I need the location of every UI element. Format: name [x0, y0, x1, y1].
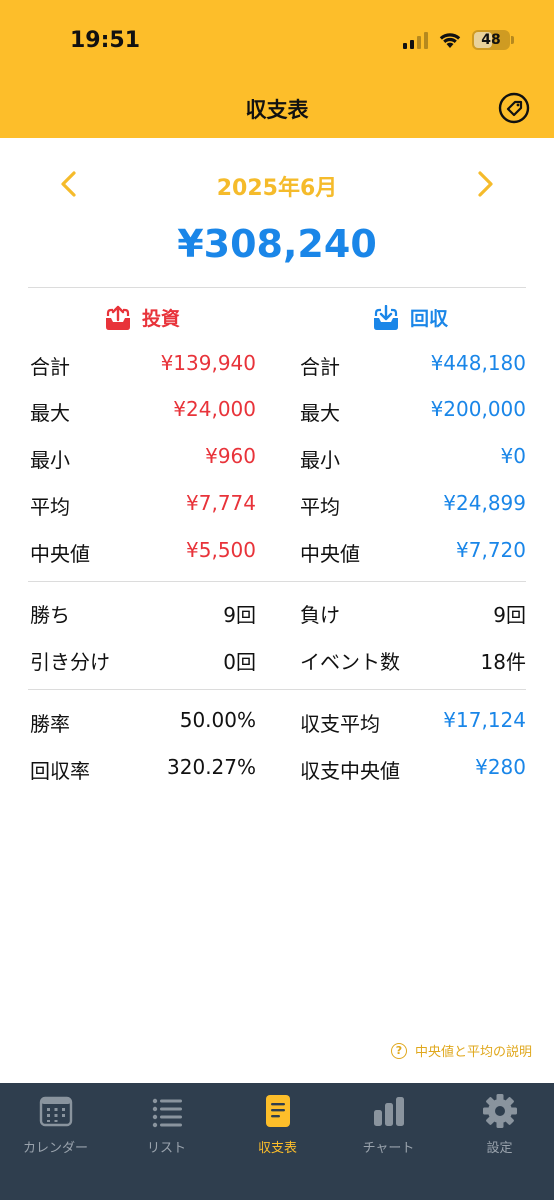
document-icon	[265, 1095, 290, 1127]
help-link[interactable]: ? 中央値と平均の説明	[390, 1041, 532, 1060]
calendar-icon	[39, 1096, 72, 1127]
upload-tray-icon	[106, 305, 130, 330]
invest-row-avg: 平均 ¥7,774	[30, 491, 256, 521]
row-label: 中央値	[30, 542, 90, 566]
row-value: ¥139,940	[160, 351, 256, 375]
tab-calendar[interactable]: カレンダー	[0, 1093, 111, 1163]
tab-balance-sheet[interactable]: 収支表	[222, 1093, 333, 1163]
invest-row-median: 中央値 ¥5,500	[30, 538, 256, 568]
collect-row-median: 中央値 ¥7,720	[300, 538, 526, 568]
balance-total: ¥308,240	[177, 222, 377, 266]
row-label: 最小	[300, 448, 340, 472]
row-label: 最大	[30, 401, 70, 425]
row-value: ¥7,720	[456, 538, 526, 562]
tab-label: 収支表	[257, 1141, 297, 1156]
invest-row-min: 最小 ¥960	[30, 444, 256, 474]
winrate-row: 勝率 50.00%	[30, 708, 256, 738]
row-label: 中央値	[300, 542, 360, 566]
wifi-icon	[439, 33, 461, 48]
row-value: ¥448,180	[430, 351, 526, 375]
divider	[28, 689, 526, 690]
row-value: ¥0	[500, 444, 526, 468]
draws-label: 引き分け	[30, 650, 110, 674]
invest-title: 投資	[142, 308, 181, 330]
invest-header: 投資	[104, 304, 180, 331]
collect-row-avg: 平均 ¥24,899	[300, 491, 526, 521]
events-row: イベント数 18件	[300, 646, 526, 676]
bar-chart-icon	[373, 1097, 404, 1126]
row-label: 最大	[300, 401, 340, 425]
draws-row: 引き分け 0回	[30, 646, 256, 676]
balance-avg-value: ¥17,124	[443, 708, 526, 732]
tab-label: リスト	[146, 1141, 186, 1156]
tab-label: カレンダー	[22, 1141, 88, 1156]
row-label: 平均	[30, 495, 70, 519]
wins-value: 9回	[223, 603, 256, 627]
row-value: ¥24,000	[173, 397, 256, 421]
draws-value: 0回	[223, 650, 256, 674]
balance-median-label: 収支中央値	[300, 759, 400, 783]
status-icons: 48	[403, 30, 514, 50]
tag-button[interactable]	[498, 92, 530, 124]
row-value: ¥200,000	[430, 397, 526, 421]
tab-bar: カレンダー リスト 収支表 チャート 設定	[0, 1083, 554, 1200]
download-tray-icon	[374, 304, 398, 330]
collect-title: 回収	[410, 308, 449, 330]
tab-list[interactable]: リスト	[111, 1093, 222, 1163]
gear-icon	[482, 1094, 517, 1128]
tab-chart[interactable]: チャート	[333, 1093, 444, 1163]
tab-label: 設定	[486, 1141, 513, 1156]
balance-median-value: ¥280	[475, 755, 526, 779]
row-label: 平均	[300, 495, 340, 519]
divider	[28, 287, 526, 288]
signal-icon	[403, 31, 428, 49]
header: 19:51 48 収支表	[0, 0, 554, 138]
row-value: ¥24,899	[443, 491, 526, 515]
row-value: ¥5,500	[186, 538, 256, 562]
events-value: 18件	[480, 650, 526, 674]
balance-avg-label: 収支平均	[300, 712, 380, 736]
return-rate-value: 320.27%	[167, 755, 256, 779]
status-time: 19:51	[70, 28, 141, 53]
balance-avg-row: 収支平均 ¥17,124	[300, 708, 526, 738]
events-label: イベント数	[300, 650, 400, 674]
month-selector: 2025年6月	[0, 166, 554, 202]
return-rate-label: 回収率	[30, 759, 90, 783]
losses-value: 9回	[493, 603, 526, 627]
losses-label: 負け	[300, 603, 340, 627]
battery-level: 48	[481, 32, 501, 48]
row-label: 合計	[30, 355, 70, 379]
collect-header: 回収	[372, 304, 448, 331]
tab-label: チャート	[362, 1141, 415, 1156]
wins-row: 勝ち 9回	[30, 599, 256, 629]
winrate-value: 50.00%	[179, 708, 256, 732]
return-rate-row: 回収率 320.27%	[30, 755, 256, 785]
collect-row-min: 最小 ¥0	[300, 444, 526, 474]
divider	[28, 581, 526, 582]
row-label: 最小	[30, 448, 70, 472]
page-title: 収支表	[245, 98, 309, 122]
help-text: 中央値と平均の説明	[414, 1045, 532, 1060]
row-value: ¥7,774	[186, 491, 256, 515]
collect-row-total: 合計 ¥448,180	[300, 351, 526, 381]
row-value: ¥960	[205, 444, 256, 468]
question-icon: ?	[390, 1042, 407, 1059]
losses-row: 負け 9回	[300, 599, 526, 629]
winrate-label: 勝率	[30, 712, 70, 736]
invest-row-max: 最大 ¥24,000	[30, 397, 256, 427]
list-icon	[152, 1098, 182, 1128]
collect-row-max: 最大 ¥200,000	[300, 397, 526, 427]
invest-row-total: 合計 ¥139,940	[30, 351, 256, 381]
next-month-button[interactable]	[470, 168, 500, 200]
balance-median-row: 収支中央値 ¥280	[300, 755, 526, 785]
tab-settings[interactable]: 設定	[444, 1093, 554, 1163]
row-label: 合計	[300, 355, 340, 379]
battery-icon: 48	[472, 30, 514, 50]
wins-label: 勝ち	[30, 603, 70, 627]
